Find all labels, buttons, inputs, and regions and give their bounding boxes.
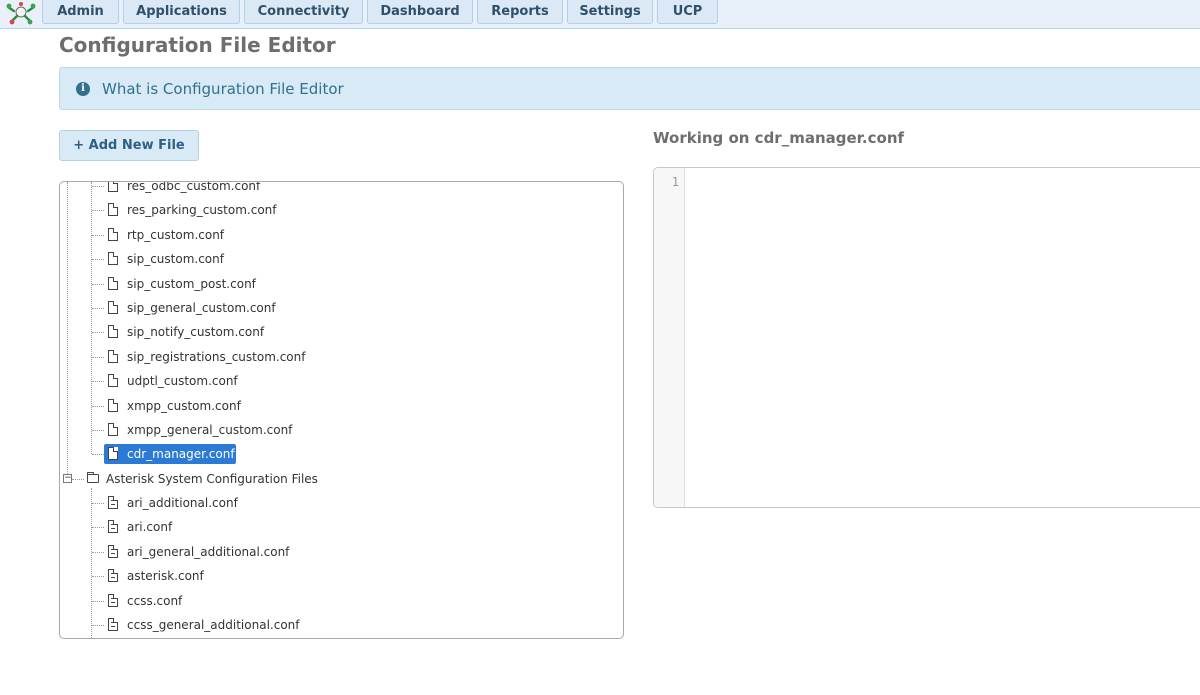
tab-admin[interactable]: Admin — [42, 0, 119, 24]
file-text-icon — [108, 520, 118, 533]
file-icon — [108, 423, 118, 436]
file-icon — [108, 228, 118, 241]
file-icon — [108, 447, 118, 460]
file-icon — [108, 182, 118, 192]
tree-item[interactable]: xmpp_general_custom.conf — [92, 420, 612, 440]
file-icon — [108, 277, 118, 290]
file-text-icon — [108, 618, 118, 631]
tree-item[interactable]: sip_registrations_custom.conf — [92, 347, 612, 367]
tree-item[interactable]: xmpp_custom.conf — [92, 396, 612, 416]
tree-item[interactable]: ari_additional.conf — [92, 493, 612, 513]
file-icon — [108, 399, 118, 412]
file-text-icon — [108, 545, 118, 558]
tree-item[interactable]: sip_notify_custom.conf — [92, 322, 612, 342]
tree-folder-asterisk-system[interactable]: − Asterisk System Configuration Files — [63, 469, 613, 489]
tree-item[interactable]: res_odbc_custom.conf — [92, 182, 612, 196]
tab-reports[interactable]: Reports — [477, 0, 563, 24]
tab-connectivity[interactable]: Connectivity — [244, 0, 363, 24]
top-nav: Admin Applications Connectivity Dashboar… — [0, 0, 1200, 29]
page-title: Configuration File Editor — [59, 33, 336, 57]
tree-item[interactable]: udptl_custom.conf — [92, 371, 612, 391]
info-icon: i — [76, 82, 90, 96]
file-icon — [108, 252, 118, 265]
file-icon — [108, 203, 118, 216]
tree-item[interactable]: rtp_custom.conf — [92, 225, 612, 245]
tree-item[interactable]: ccss.conf — [92, 591, 612, 611]
logo-icon[interactable] — [4, 1, 38, 25]
tree-item[interactable]: res_parking_custom.conf — [92, 200, 612, 220]
code-editor[interactable]: 1 — [653, 167, 1200, 508]
tree-item[interactable]: sip_general_custom.conf — [92, 298, 612, 318]
collapse-toggle-icon[interactable]: − — [63, 474, 72, 483]
tab-ucp[interactable]: UCP — [657, 0, 718, 24]
tree-item[interactable]: sip_custom_post.conf — [92, 274, 612, 294]
tab-applications[interactable]: Applications — [123, 0, 240, 24]
tree-item[interactable]: ccss_general_additional.conf — [92, 615, 612, 635]
file-text-icon — [108, 569, 118, 582]
file-tree[interactable]: res_odbc_custom.conf res_parking_custom.… — [59, 181, 624, 639]
tree-item-selected[interactable]: cdr_manager.conf — [92, 444, 612, 464]
folder-icon — [87, 472, 99, 483]
working-file-title: Working on cdr_manager.conf — [653, 129, 905, 147]
tree-item[interactable]: sip_custom.conf — [92, 249, 612, 269]
tree-guide-root — [67, 182, 68, 480]
file-text-icon — [108, 496, 118, 509]
add-new-file-button[interactable]: + Add New File — [59, 130, 199, 161]
tab-dashboard[interactable]: Dashboard — [367, 0, 473, 24]
tab-settings[interactable]: Settings — [567, 0, 653, 24]
tree-item[interactable]: asterisk.conf — [92, 566, 612, 586]
file-text-icon — [108, 594, 118, 607]
line-number-gutter: 1 — [654, 168, 685, 507]
file-icon — [108, 374, 118, 387]
info-bar-text: What is Configuration File Editor — [102, 80, 344, 98]
line-number: 1 — [671, 175, 679, 189]
file-icon — [108, 301, 118, 314]
code-text-area[interactable] — [685, 168, 1200, 507]
file-icon — [108, 325, 118, 338]
file-icon — [108, 350, 118, 363]
tree-item[interactable]: ari.conf — [92, 517, 612, 537]
tree-item[interactable]: ari_general_additional.conf — [92, 542, 612, 562]
info-bar[interactable]: i What is Configuration File Editor — [59, 67, 1200, 110]
